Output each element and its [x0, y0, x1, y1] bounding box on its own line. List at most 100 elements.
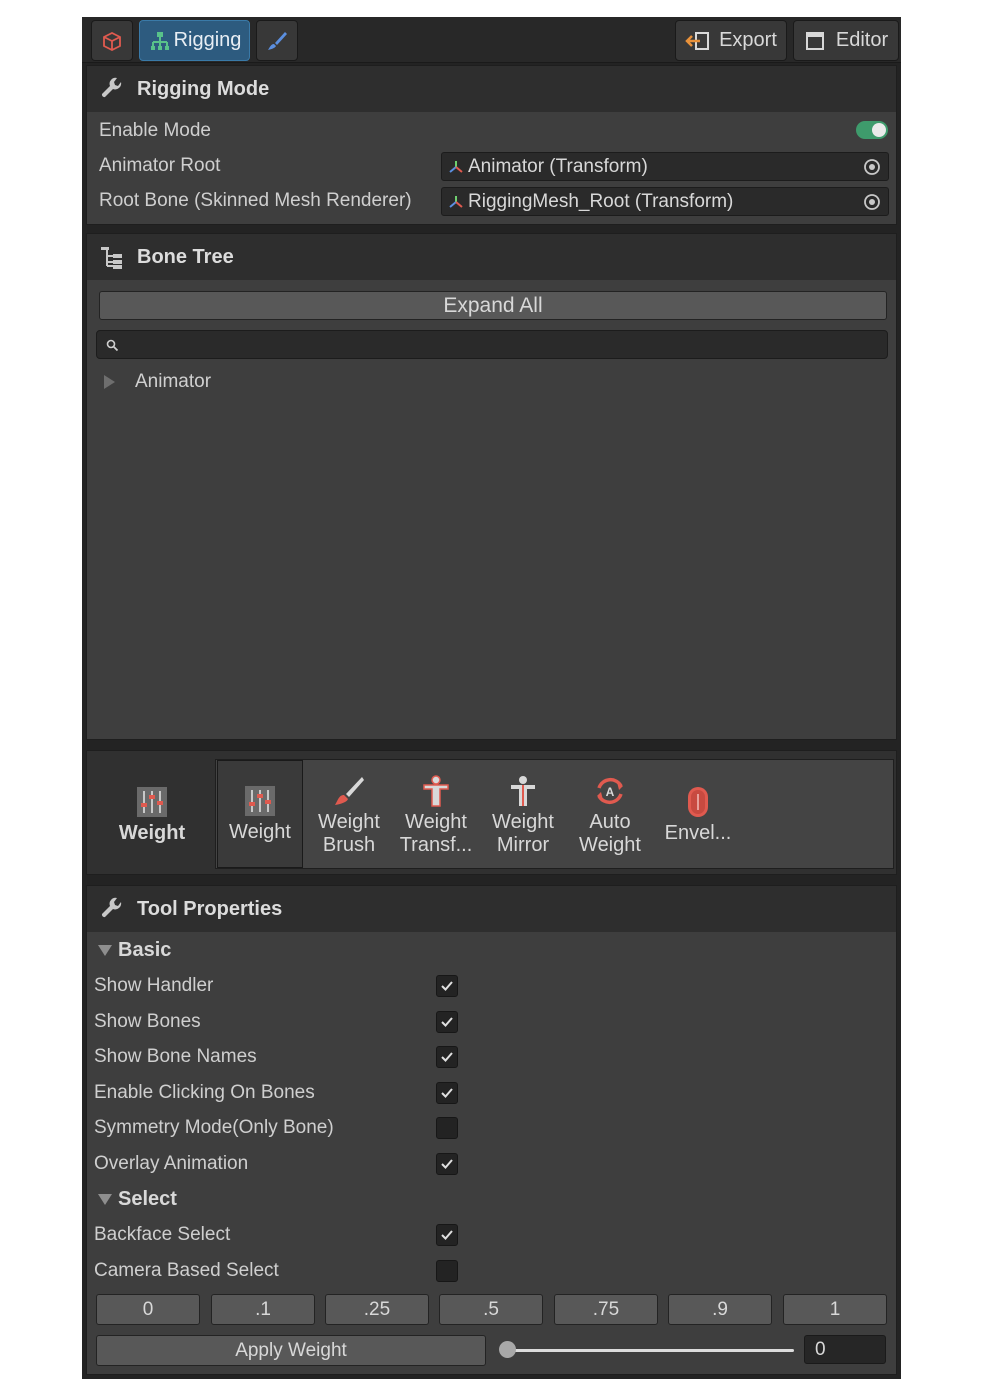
rigging-mode-header: Rigging Mode [87, 66, 896, 112]
select-foldout[interactable]: Select [98, 1188, 177, 1211]
export-icon [685, 31, 710, 50]
foldout-arrow-icon [98, 1194, 112, 1205]
rigging-tool-window: Rigging Export Editor Rigging Mode Enabl… [82, 17, 901, 1379]
expand-all-button[interactable]: Expand All [99, 291, 887, 320]
tab-rigging[interactable]: Rigging [139, 20, 250, 61]
camera-based-select-checkbox[interactable] [436, 1260, 458, 1282]
envelope-icon [688, 787, 708, 817]
tool-weight-transfer-label: Weight Transf... [399, 810, 473, 856]
tool-weight-brush[interactable]: Weight Brush [308, 763, 390, 867]
backface-select-label: Backface Select [94, 1224, 231, 1245]
enable-mode-toggle[interactable] [856, 121, 888, 139]
root-bone-field[interactable]: RiggingMesh_Root (Transform) [441, 187, 889, 216]
select-section-label: Select [118, 1188, 177, 1210]
bone-tree-panel: Bone Tree Expand All [86, 233, 897, 740]
root-bone-label: Root Bone (Skinned Mesh Renderer) [99, 190, 412, 211]
tab-mesh[interactable] [91, 20, 133, 61]
bone-tree-title: Bone Tree [137, 245, 234, 268]
checkmark-icon [441, 1017, 453, 1027]
weight-value-field[interactable]: 0 [804, 1335, 886, 1364]
weight-preset-025-button[interactable]: .25 [325, 1294, 429, 1325]
weight-preset-01-button[interactable]: .1 [211, 1294, 315, 1325]
mesh-cube-icon [103, 31, 121, 51]
tool-auto-weight[interactable]: A Auto Weight [569, 763, 651, 867]
show-bones-label: Show Bones [94, 1011, 201, 1032]
tools-toolbar: Weight Weight Weight Brush Weight Transf… [86, 750, 897, 875]
object-picker-icon[interactable] [862, 192, 882, 212]
weight-preset-09-button[interactable]: .9 [668, 1294, 772, 1325]
camera-based-select-label: Camera Based Select [94, 1260, 279, 1281]
apply-weight-button[interactable]: Apply Weight [96, 1335, 486, 1366]
overlay-animation-label: Overlay Animation [94, 1153, 249, 1174]
transform-icon [449, 195, 463, 208]
bone-search-field[interactable] [96, 330, 888, 359]
root-bone-value: RiggingMesh_Root (Transform) [468, 190, 734, 212]
show-bone-names-checkbox[interactable] [436, 1046, 458, 1068]
object-picker-icon[interactable] [862, 157, 882, 177]
weight-preset-05-button[interactable]: .5 [439, 1294, 543, 1325]
animator-root-value: Animator (Transform) [468, 155, 648, 177]
export-label: Export [719, 29, 777, 51]
symmetry-mode-checkbox[interactable] [436, 1117, 458, 1139]
tool-weight-transfer[interactable]: Weight Transf... [393, 763, 479, 867]
tool-weight[interactable]: Weight [217, 760, 303, 868]
transform-icon [449, 160, 463, 173]
auto-weight-icon: A [597, 777, 623, 804]
tool-weight-mirror[interactable]: Weight Mirror [482, 763, 564, 867]
checkmark-icon [441, 1052, 453, 1062]
editor-button[interactable]: Editor [793, 20, 899, 61]
tab-paint[interactable] [256, 20, 298, 61]
rigging-mode-title: Rigging Mode [137, 77, 270, 100]
editor-window-icon [805, 31, 824, 50]
weight-preset-075-button[interactable]: .75 [554, 1294, 658, 1325]
symmetry-mode-label: Symmetry Mode(Only Bone) [94, 1117, 334, 1138]
basic-section-label: Basic [118, 939, 172, 961]
show-bones-checkbox[interactable] [436, 1011, 458, 1033]
tree-expand-arrow-icon[interactable] [104, 375, 115, 389]
tool-auto-weight-label: Auto Weight [579, 810, 641, 856]
weight-preset-0-button[interactable]: 0 [96, 1294, 200, 1325]
rigging-mode-panel: Rigging Mode Enable Mode Animator Root A… [86, 65, 897, 225]
overlay-animation-checkbox[interactable] [436, 1153, 458, 1175]
weight-preset-1-button[interactable]: 1 [783, 1294, 887, 1325]
enable-clicking-bones-label: Enable Clicking On Bones [94, 1082, 315, 1103]
tree-item-animator[interactable]: Animator [104, 371, 211, 393]
tree-hierarchy-icon [101, 247, 122, 269]
show-bone-names-label: Show Bone Names [94, 1046, 257, 1067]
search-icon [106, 339, 119, 352]
weight-transfer-icon [423, 774, 449, 807]
weight-mirror-icon [511, 775, 535, 806]
wrench-icon [101, 897, 122, 918]
weight-slider-track[interactable] [504, 1349, 794, 1352]
foldout-arrow-icon [98, 945, 112, 956]
show-handler-label: Show Handler [94, 975, 214, 996]
checkmark-icon [441, 1088, 453, 1098]
checkmark-icon [441, 1230, 453, 1240]
tool-properties-title: Tool Properties [137, 897, 283, 920]
weight-slider-handle[interactable] [499, 1341, 516, 1358]
tool-weight-brush-label: Weight Brush [318, 810, 380, 856]
tool-weight-label: Weight [229, 821, 291, 843]
weight-sliders-icon [245, 786, 275, 816]
tool-category-label: Weight [118, 822, 186, 844]
checkmark-icon [441, 1159, 453, 1169]
checkmark-icon [441, 981, 453, 991]
paint-brush-icon [268, 31, 287, 50]
export-button[interactable]: Export [675, 20, 787, 61]
animator-root-label: Animator Root [99, 155, 221, 176]
animator-root-field[interactable]: Animator (Transform) [441, 152, 889, 181]
show-handler-checkbox[interactable] [436, 975, 458, 997]
tool-envelope[interactable]: Envel... [655, 763, 741, 867]
tool-properties-header: Tool Properties [87, 886, 896, 932]
bone-search-input[interactable] [123, 333, 883, 356]
basic-foldout[interactable]: Basic [98, 939, 171, 962]
rigging-hierarchy-icon [150, 31, 169, 50]
backface-select-checkbox[interactable] [436, 1224, 458, 1246]
tool-weight-mirror-label: Weight Mirror [492, 810, 554, 856]
wrench-icon [101, 77, 122, 98]
tool-category-weight[interactable]: Weight [93, 763, 211, 867]
svg-text:A: A [606, 785, 615, 799]
tab-rigging-label: Rigging [173, 29, 242, 51]
weight-sliders-icon [137, 787, 167, 817]
enable-clicking-bones-checkbox[interactable] [436, 1082, 458, 1104]
